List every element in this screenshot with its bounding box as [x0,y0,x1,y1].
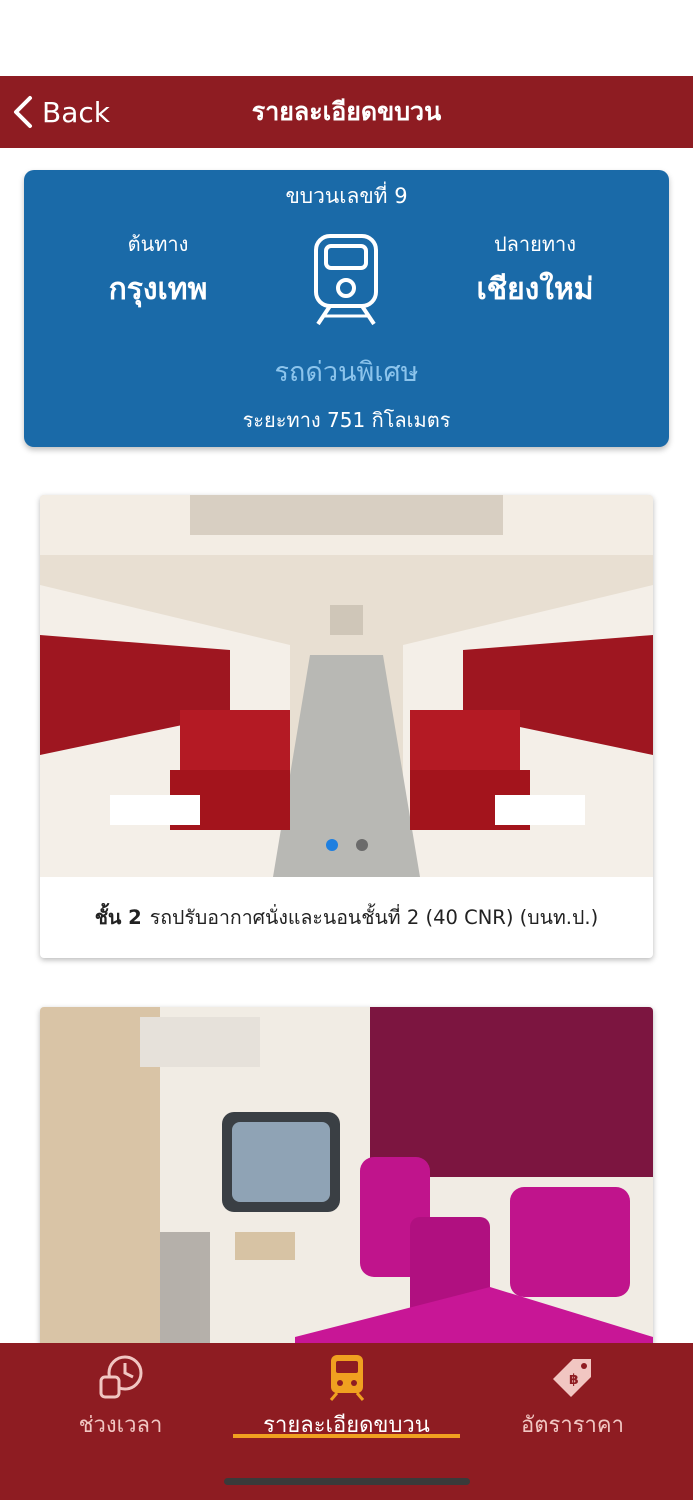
nav-bar: Back รายละเอียดขบวน [0,76,693,148]
carousel-dot-1[interactable] [325,839,338,851]
svg-text:฿: ฿ [569,1372,579,1388]
origin: ต้นทาง กรุงเทพ [48,228,268,313]
page-title: รายละเอียดขบวน [251,97,442,126]
destination-city: เชียงใหม่ [476,272,594,307]
carousel-dots [40,839,653,851]
car-interior-photo[interactable] [40,495,653,877]
clock-train-icon [99,1355,142,1399]
destination: ปลายทาง เชียงใหม่ [425,228,645,313]
carousel-dot-2[interactable] [355,839,368,851]
status-bar [0,0,693,76]
tab-fares[interactable]: ฿ อัตราราคา [457,1353,688,1443]
tab-fares-label: อัตราราคา [521,1413,624,1438]
train-type: รถด่วนพิเศษ [274,357,419,388]
car-class-card[interactable]: ชั้น 2 รถปรับอากาศนั่งและนอนชั้นที่ 2 (4… [40,495,653,958]
tab-schedule[interactable]: ช่วงเวลา [5,1353,236,1443]
content-scroll[interactable]: ขบวนเลขที่ 9 ต้นทาง กรุงเทพ ปลายทาง เชีย… [0,148,693,1343]
car-class-label: ชั้น 2 [94,906,142,929]
home-indicator[interactable] [224,1478,470,1485]
train-summary-card: ขบวนเลขที่ 9 ต้นทาง กรุงเทพ ปลายทาง เชีย… [24,170,669,447]
tab-bar: ช่วงเวลา รายละเอียดขบวน ฿ อัตราราคา [0,1343,693,1500]
active-tab-indicator [233,1434,460,1438]
back-button[interactable]: Back [12,90,110,134]
origin-city: กรุงเทพ [108,272,208,307]
chevron-left-icon [14,96,32,128]
car-class-card[interactable] [40,1007,653,1343]
car-compartment-photo[interactable] [40,1007,653,1343]
car-caption: ชั้น 2 รถปรับอากาศนั่งและนอนชั้นที่ 2 (4… [40,877,653,958]
train-number: ขบวนเลขที่ 9 [285,184,408,208]
train-distance: ระยะทาง 751 กิโลเมตร [242,408,451,432]
back-label: Back [42,95,110,129]
origin-label: ต้นทาง [127,232,189,256]
train-icon [329,1355,364,1401]
destination-label: ปลายทาง [493,232,577,256]
tab-schedule-label: ช่วงเวลา [78,1413,163,1438]
train-icon [314,234,378,326]
tab-train-details[interactable]: รายละเอียดขบวน [231,1353,462,1443]
car-description: รถปรับอากาศนั่งและนอนชั้นที่ 2 (40 CNR) … [149,906,599,929]
price-tag-icon: ฿ [552,1359,591,1397]
